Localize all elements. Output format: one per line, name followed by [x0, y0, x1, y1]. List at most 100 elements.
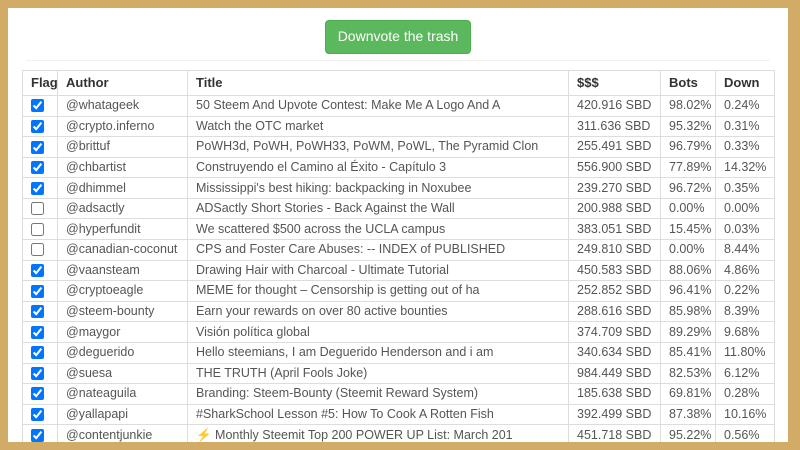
down-cell: 0.03%: [715, 218, 775, 241]
flag-cell: [22, 424, 58, 442]
title-cell: THE TRUTH (April Fools Joke): [187, 362, 569, 385]
payout-cell: 374.709 SBD: [568, 321, 661, 343]
flag-checkbox[interactable]: [31, 387, 44, 401]
flag-checkbox[interactable]: [31, 243, 44, 257]
downvote-trash-button[interactable]: Downvote the trash: [324, 20, 472, 54]
bots-cell: 96.41%: [660, 280, 716, 302]
payout-cell: 383.051 SBD: [568, 218, 661, 241]
author-cell: @canadian-coconut: [57, 239, 188, 261]
flag-checkbox[interactable]: [31, 222, 44, 236]
payout-cell: 239.270 SBD: [568, 177, 661, 199]
payout-cell: 984.449 SBD: [568, 362, 661, 385]
bots-cell: 95.32%: [660, 115, 716, 138]
flag-cell: [22, 280, 58, 302]
author-cell: @adsactly: [57, 197, 188, 220]
down-cell: 10.16%: [715, 403, 775, 426]
title-cell: Hello steemians, I am Deguerido Henderso…: [187, 341, 569, 364]
payout-cell: 450.583 SBD: [568, 259, 661, 282]
column-header-payout: $$$: [568, 70, 661, 96]
flag-checkbox[interactable]: [31, 346, 44, 360]
flag-cell: [22, 136, 58, 158]
bots-cell: 0.00%: [660, 239, 716, 261]
bots-cell: 95.22%: [660, 424, 716, 442]
bots-cell: 15.45%: [660, 218, 716, 241]
flag-cell: [22, 218, 58, 241]
title-cell: ADSactly Short Stories - Back Against th…: [187, 197, 569, 220]
flag-cell: [22, 95, 58, 117]
table-row: @crypto.inferno Watch the OTC market 311.6…: [22, 115, 775, 138]
flag-cell: [22, 259, 58, 282]
flag-cell: [22, 362, 58, 385]
author-cell: @crypto.inferno: [57, 115, 188, 138]
author-cell: @maygor: [57, 321, 188, 343]
down-cell: 0.35%: [715, 177, 775, 199]
author-cell: @cryptoeagle: [57, 280, 188, 302]
column-header-title: Title: [187, 70, 569, 96]
payout-cell: 311.636 SBD: [568, 115, 661, 138]
flag-checkbox[interactable]: [31, 161, 44, 175]
posts-table: Flag Author Title $$$ Bots Down @whatageek 50 …: [22, 70, 775, 442]
down-cell: 11.80%: [715, 341, 775, 364]
table-row: @chbartist Construyendo el Camino al Éxit…: [22, 156, 775, 179]
flag-checkbox[interactable]: [31, 428, 44, 442]
author-cell: @contentjunkie: [57, 424, 188, 442]
author-cell: @hyperfundit: [57, 218, 188, 241]
title-cell: Mississippi's best hiking: backpacking i…: [187, 177, 569, 199]
down-cell: 0.31%: [715, 115, 775, 138]
bots-cell: 77.89%: [660, 156, 716, 179]
down-cell: 0.00%: [715, 197, 775, 220]
flag-checkbox[interactable]: [31, 99, 44, 113]
flag-checkbox[interactable]: [31, 140, 44, 154]
payout-cell: 451.718 SBD: [568, 424, 661, 442]
author-cell: @brittuf: [57, 136, 188, 158]
table-row: @whatageek 50 Steem And Upvote Contest: M…: [22, 95, 775, 117]
flag-checkbox[interactable]: [31, 305, 44, 319]
column-header-bots: Bots: [660, 70, 716, 96]
payout-cell: 252.852 SBD: [568, 280, 661, 302]
app-window: Downvote the trash Flag Author Title $$$ Bot…: [8, 8, 788, 442]
bots-cell: 85.41%: [660, 341, 716, 364]
payout-cell: 556.900 SBD: [568, 156, 661, 179]
payout-cell: 249.810 SBD: [568, 239, 661, 261]
flag-checkbox[interactable]: [31, 325, 44, 339]
author-cell: @steem-bounty: [57, 300, 188, 323]
title-cell: Branding: Steem-Bounty (Steemit Reward S…: [187, 383, 569, 405]
flag-checkbox[interactable]: [31, 408, 44, 422]
table-row: @canadian-coconut CPS and Foster Care Abu…: [22, 239, 775, 261]
bots-cell: 96.79%: [660, 136, 716, 158]
bots-cell: 88.06%: [660, 259, 716, 282]
bots-cell: 96.72%: [660, 177, 716, 199]
payout-cell: 185.638 SBD: [568, 383, 661, 405]
flag-checkbox[interactable]: [31, 366, 44, 380]
flag-cell: [22, 197, 58, 220]
table-row: @vaansteam Drawing Hair with Charcoal - U…: [22, 259, 775, 282]
payout-cell: 200.988 SBD: [568, 197, 661, 220]
table-row: @contentjunkie ⚡ Monthly Steemit Top 200 …: [22, 424, 775, 442]
flag-checkbox[interactable]: [31, 264, 44, 278]
title-cell: CPS and Foster Care Abuses: -- INDEX of …: [187, 239, 569, 261]
payout-cell: 255.491 SBD: [568, 136, 661, 158]
flag-cell: [22, 156, 58, 179]
column-header-author: Author: [57, 70, 188, 96]
table-row: @yallapapi #SharkSchool Lesson #5: How To…: [22, 403, 775, 426]
flag-checkbox[interactable]: [31, 119, 44, 133]
payout-cell: 392.499 SBD: [568, 403, 661, 426]
down-cell: 9.68%: [715, 321, 775, 343]
title-cell: 50 Steem And Upvote Contest: Make Me A L…: [187, 95, 569, 117]
bots-cell: 0.00%: [660, 197, 716, 220]
column-header-flag: Flag: [22, 70, 58, 96]
down-cell: 8.39%: [715, 300, 775, 323]
title-cell: Visión política global: [187, 321, 569, 343]
flag-checkbox[interactable]: [31, 284, 44, 298]
table-header-row: Flag Author Title $$$ Bots Down: [22, 70, 775, 96]
flag-cell: [22, 115, 58, 138]
flag-cell: [22, 383, 58, 405]
flag-checkbox[interactable]: [31, 202, 44, 216]
author-cell: @yallapapi: [57, 403, 188, 426]
down-cell: 0.28%: [715, 383, 775, 405]
down-cell: 14.32%: [715, 156, 775, 179]
bots-cell: 89.29%: [660, 321, 716, 343]
flag-cell: [22, 239, 58, 261]
bots-cell: 85.98%: [660, 300, 716, 323]
flag-checkbox[interactable]: [31, 181, 44, 195]
